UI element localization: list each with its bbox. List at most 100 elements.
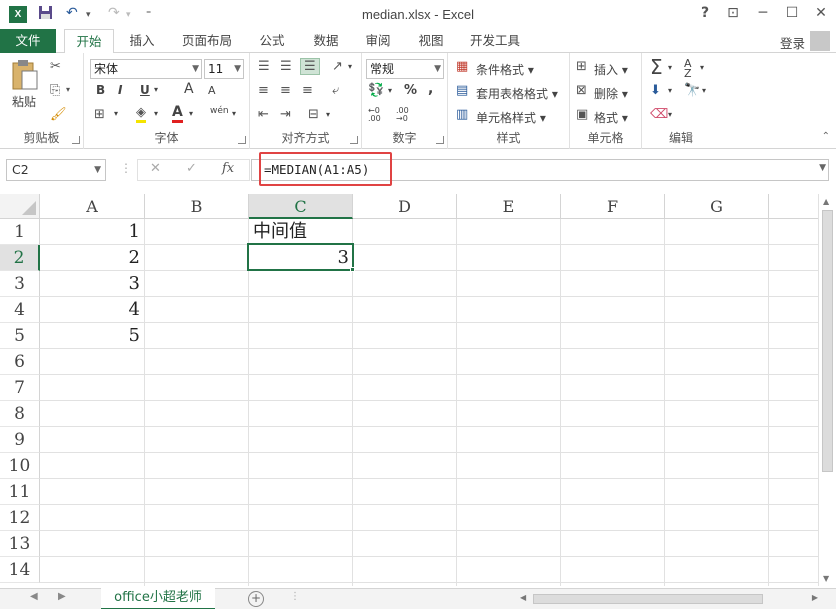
row-header-12[interactable]: 12 xyxy=(0,505,40,531)
bold-button[interactable]: B xyxy=(96,83,105,97)
format-as-table-icon[interactable]: ▤ xyxy=(456,83,468,98)
collapse-ribbon-icon[interactable]: ⌃ xyxy=(822,131,830,142)
maximize-button[interactable]: ☐ xyxy=(781,5,803,21)
insert-cells-icon[interactable]: ⊞ xyxy=(576,59,587,74)
row-header-1[interactable]: 1 xyxy=(0,219,40,245)
align-bottom-icon[interactable]: ☰ xyxy=(300,58,320,75)
column-header-g[interactable]: G xyxy=(665,194,769,219)
column-header-c[interactable]: C xyxy=(249,194,353,219)
row-header-11[interactable]: 11 xyxy=(0,479,40,505)
align-right-icon[interactable]: ≡ xyxy=(302,83,313,98)
next-sheet-icon[interactable]: ▶ xyxy=(58,591,66,602)
autosum-icon[interactable]: Σ xyxy=(650,55,663,79)
minimize-button[interactable]: ─ xyxy=(752,5,774,21)
sort-filter-icon[interactable]: AZ xyxy=(684,58,692,79)
percent-button[interactable]: % xyxy=(404,83,417,98)
merge-center-icon[interactable]: ⊟ xyxy=(308,107,319,122)
increase-decimal-icon[interactable]: ←0.00 xyxy=(368,107,381,123)
fill-icon[interactable]: ⬇ xyxy=(650,83,661,98)
clear-icon[interactable]: ⌫ xyxy=(650,107,668,122)
row-header-13[interactable]: 13 xyxy=(0,531,40,557)
accounting-dropdown-icon[interactable]: ▾ xyxy=(388,86,392,95)
expand-formula-bar-icon[interactable]: ▼ xyxy=(819,163,826,173)
comma-button[interactable]: , xyxy=(428,81,433,97)
tab-view[interactable]: 视图 xyxy=(407,29,455,53)
worksheet-grid[interactable]: A B C D E F G 1 2 3 4 5 6 7 8 9 10 11 12… xyxy=(0,194,818,586)
delete-cells-icon[interactable]: ⊠ xyxy=(576,83,587,98)
row-header-14[interactable]: 14 xyxy=(0,557,40,583)
column-header-b[interactable]: B xyxy=(145,194,249,219)
help-button[interactable]: ? xyxy=(694,5,716,21)
row-header-3[interactable]: 3 xyxy=(0,271,40,297)
scroll-down-icon[interactable]: ▼ xyxy=(823,574,829,583)
row-header-6[interactable]: 6 xyxy=(0,349,40,375)
name-box[interactable]: C2 ▼ xyxy=(6,159,106,181)
clipboard-launcher-icon[interactable] xyxy=(72,136,80,144)
avatar[interactable] xyxy=(810,31,830,51)
align-top-icon[interactable]: ☰ xyxy=(258,59,270,74)
tab-data[interactable]: 数据 xyxy=(302,29,350,53)
tab-developer[interactable]: 开发工具 xyxy=(460,29,530,53)
fill-handle[interactable] xyxy=(350,267,355,272)
format-cells-button[interactable]: 格式 ▾ xyxy=(594,109,628,126)
enter-formula-icon[interactable]: ✓ xyxy=(186,161,197,176)
scroll-up-icon[interactable]: ▲ xyxy=(823,197,829,206)
tab-home[interactable]: 开始 xyxy=(64,29,114,54)
column-header-e[interactable]: E xyxy=(457,194,561,219)
format-as-table-button[interactable]: 套用表格格式 ▾ xyxy=(476,85,558,102)
underline-button[interactable]: U xyxy=(140,83,150,97)
fill-dropdown-icon[interactable]: ▾ xyxy=(668,86,672,95)
tab-insert[interactable]: 插入 xyxy=(118,29,166,53)
sort-filter-dropdown-icon[interactable]: ▾ xyxy=(700,63,704,72)
login-link[interactable]: 登录 xyxy=(780,33,805,52)
tab-formulas[interactable]: 公式 xyxy=(248,29,296,53)
alignment-launcher-icon[interactable] xyxy=(350,136,358,144)
ribbon-display-options-icon[interactable]: ⊡ xyxy=(722,5,744,21)
border-dropdown-icon[interactable]: ▾ xyxy=(114,109,118,118)
column-header-d[interactable]: D xyxy=(353,194,457,219)
wrap-text-icon[interactable]: ⤶ xyxy=(332,83,339,98)
horizontal-scrollbar[interactable]: ◀ ▶ xyxy=(518,593,818,606)
accounting-format-icon[interactable]: 💱 xyxy=(368,83,384,98)
select-all-button[interactable] xyxy=(0,194,40,219)
align-middle-icon[interactable]: ☰ xyxy=(280,59,292,74)
copy-icon[interactable]: ⎘ xyxy=(50,83,60,98)
formula-bar-handle-icon[interactable]: ⋮ xyxy=(120,161,132,175)
row-header-5[interactable]: 5 xyxy=(0,323,40,349)
insert-cells-button[interactable]: 插入 ▾ xyxy=(594,61,628,78)
scroll-left-icon[interactable]: ◀ xyxy=(520,593,526,602)
paste-icon[interactable] xyxy=(10,59,40,94)
grow-font-button[interactable]: A xyxy=(184,81,194,97)
add-sheet-button[interactable]: + xyxy=(248,591,264,607)
cell-a4[interactable]: 4 xyxy=(40,297,144,323)
row-header-2[interactable]: 2 xyxy=(0,245,40,271)
cell-c1[interactable]: 中间值 xyxy=(253,219,353,245)
cell-a2[interactable]: 2 xyxy=(40,245,144,271)
close-button[interactable]: ✕ xyxy=(810,5,832,21)
find-select-dropdown-icon[interactable]: ▾ xyxy=(702,86,706,95)
cell-a3[interactable]: 3 xyxy=(40,271,144,297)
previous-sheet-icon[interactable]: ◀ xyxy=(30,591,38,602)
column-header-a[interactable]: A xyxy=(40,194,145,219)
row-header-9[interactable]: 9 xyxy=(0,427,40,453)
decrease-decimal-icon[interactable]: .00 →0 xyxy=(396,107,409,123)
border-icon[interactable]: ⊞ xyxy=(94,107,105,122)
phonetic-guide-button[interactable]: wén xyxy=(210,106,229,116)
orientation-dropdown-icon[interactable]: ▾ xyxy=(348,62,352,71)
vertical-scrollbar[interactable]: ▲ ▼ xyxy=(818,194,836,586)
conditional-formatting-icon[interactable]: ▦ xyxy=(456,59,468,74)
vertical-scroll-thumb[interactable] xyxy=(822,210,833,472)
merge-dropdown-icon[interactable]: ▾ xyxy=(326,110,330,119)
number-launcher-icon[interactable] xyxy=(436,136,444,144)
align-left-icon[interactable]: ≡ xyxy=(258,83,269,98)
align-center-icon[interactable]: ≡ xyxy=(280,83,291,98)
cell-a1[interactable]: 1 xyxy=(40,219,144,245)
tab-file[interactable]: 文件 xyxy=(0,29,56,53)
font-launcher-icon[interactable] xyxy=(238,136,246,144)
decrease-indent-icon[interactable]: ⇤ xyxy=(258,107,269,122)
italic-button[interactable]: I xyxy=(118,83,122,97)
row-header-4[interactable]: 4 xyxy=(0,297,40,323)
cut-icon[interactable]: ✂ xyxy=(50,59,61,74)
conditional-formatting-button[interactable]: 条件格式 ▾ xyxy=(476,61,534,78)
autosum-dropdown-icon[interactable]: ▾ xyxy=(668,63,672,72)
